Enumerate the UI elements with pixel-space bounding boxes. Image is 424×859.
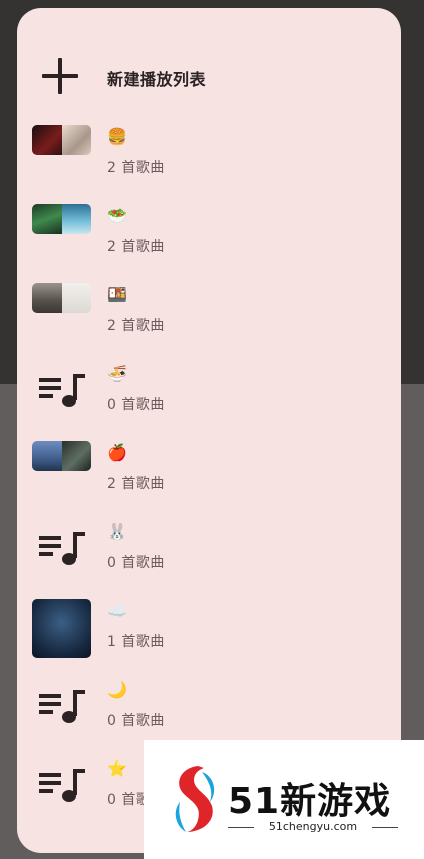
playlist-cover: [32, 125, 91, 155]
new-playlist-label: 新建播放列表: [107, 70, 207, 89]
playlist-emoji: 🍱: [107, 285, 127, 304]
playlist-item[interactable]: 🍎 2 首歌曲: [17, 441, 401, 517]
playlist-song-count: 2 首歌曲: [107, 239, 165, 255]
watermark-brand: 51新游戏: [228, 781, 392, 822]
playlist-song-count: 1 首歌曲: [107, 634, 165, 650]
new-playlist-button[interactable]: 新建播放列表: [17, 48, 401, 104]
playlist-cover: [32, 441, 91, 471]
playlist-item[interactable]: 🍔 2 首歌曲: [17, 125, 401, 201]
playlist-emoji: 🐰: [107, 522, 127, 541]
queue-music-icon: [39, 374, 85, 407]
plus-icon: [42, 58, 78, 94]
playlist-item[interactable]: 🍜 0 首歌曲: [17, 362, 401, 438]
watermark-url: 51chengyu.com: [228, 820, 398, 833]
playlist-song-count: 2 首歌曲: [107, 160, 165, 176]
playlist-item[interactable]: ☁️ 1 首歌曲: [17, 599, 401, 675]
playlist-song-count: 0 首歌曲: [107, 555, 165, 571]
playlist-item[interactable]: 🐰 0 首歌曲: [17, 520, 401, 596]
queue-music-icon: [39, 690, 85, 723]
playlist-emoji: 🍜: [107, 364, 127, 383]
playlist-item[interactable]: 🥗 2 首歌曲: [17, 204, 401, 280]
playlist-emoji: 🥗: [107, 206, 127, 225]
playlist-song-count: 2 首歌曲: [107, 318, 165, 334]
playlist-song-count: 2 首歌曲: [107, 476, 165, 492]
playlist-emoji: ⭐: [107, 759, 127, 778]
playlist-emoji: 🍎: [107, 443, 127, 462]
queue-music-icon: [39, 769, 85, 802]
playlist-emoji: ☁️: [107, 601, 127, 620]
playlist-emoji: 🌙: [107, 680, 127, 699]
playlist-cover: [32, 283, 91, 313]
playlist-song-count: 0 首歌曲: [107, 713, 165, 729]
playlist-cover: [32, 204, 91, 234]
playlist-emoji: 🍔: [107, 127, 127, 146]
watermark-overlay: 51新游戏 51chengyu.com: [144, 740, 424, 859]
playlist-song-count: 0 首歌曲: [107, 397, 165, 413]
playlist-sheet: 新建播放列表 🍔 2 首歌曲 🥗 2 首歌曲 🍱 2 首歌曲 🍜 0 首歌曲 🍎…: [17, 8, 401, 853]
queue-music-icon: [39, 532, 85, 565]
watermark-logo-icon: [175, 766, 215, 832]
playlist-cover: [32, 599, 91, 658]
playlist-item[interactable]: 🍱 2 首歌曲: [17, 283, 401, 359]
